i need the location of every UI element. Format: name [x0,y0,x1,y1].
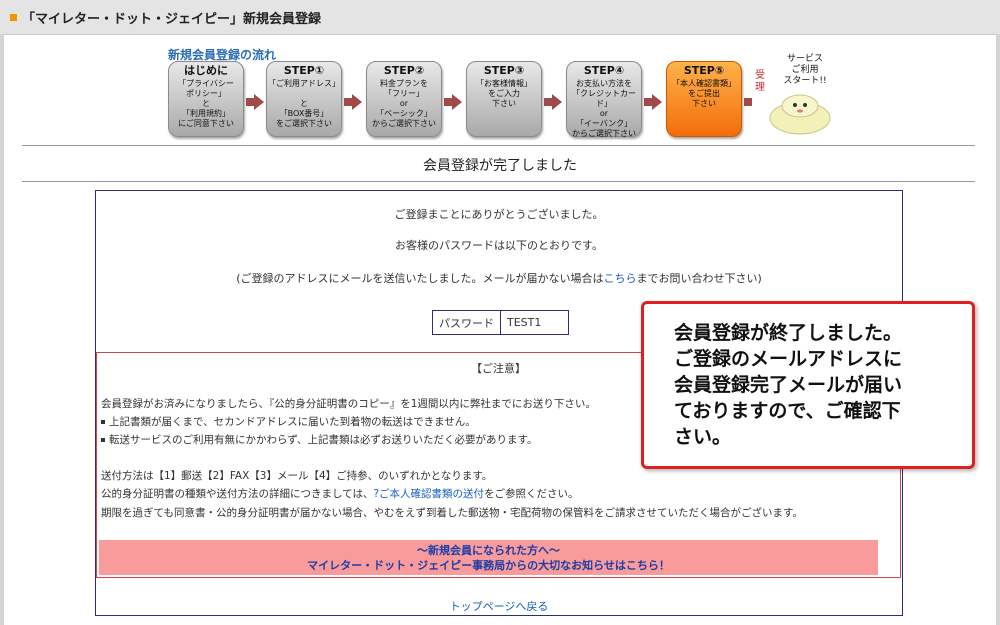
step-desc: お支払い方法を 「クレジットカード」 or 「イーバンク」 からご選択下さい [572,79,636,138]
step-5-active: STEP⑤ 「本人確認書類」 をご提出 下さい [666,61,742,137]
notice-line-after: をご参照ください。 [484,488,579,500]
page-title: 「マイレター・ドット・ジェイピー」新規会員登録 [22,12,322,27]
thanks-text: ご登録まことにありがとうございました。 [394,208,604,221]
password-label: パスワード [432,310,501,335]
password-value: TEST1 [500,310,569,335]
mail-note: (ご登録のアドレスにメールを送信いたしました。メールが届かない場合はこちらまでお… [95,270,903,286]
step-heading: はじめに [184,64,228,77]
divider [22,181,975,182]
top-page-link[interactable]: トップページへ戻る [95,598,903,614]
bullet-icon [101,420,105,424]
id-document-link[interactable]: ?ご本人確認書類の送付 [373,488,484,500]
page-header: 「マイレター・ドット・ジェイピー」新規会員登録 [0,0,1000,35]
step-desc: 「プライバシー ポリシー」 と 「利用規約」 にご同意下さい [178,79,234,128]
complete-heading: 会員登録が完了しました [423,158,577,174]
step-heading: STEP③ [483,64,525,77]
arrow-bar [744,98,752,106]
notice-line: 期限を過ぎても同意書・公的身分証明書が届かない場合、やむをえず到着した郵送物・宅… [101,507,803,519]
receipt-label: 受理 [755,70,765,93]
step-desc: 「本人確認書類」 をご提出 下さい [672,79,736,108]
square-bullet-icon [10,14,17,21]
service-start-label: サービス ご利用 スタート!! [783,54,827,86]
arrow-right-icon [652,94,662,110]
contact-link[interactable]: こちら [604,272,637,285]
banner-line: ～新規会員になられた方へ～ [417,544,560,557]
step-heading: STEP④ [583,64,625,77]
mail-note-before: (ご登録のアドレスにメールを送信いたしました。メールが届かない場合は [236,272,604,285]
divider [22,145,975,146]
notice-bullet: 上記書類が届くまで、セカンドアドレスに届いた到着物の転送はできません。 [101,414,476,429]
step-heading: STEP① [283,64,325,77]
step-intro: はじめに 「プライバシー ポリシー」 と 「利用規約」 にご同意下さい [168,61,244,137]
arrow-bar [444,98,452,106]
notice-bullet-text: 上記書類が届くまで、セカンドアドレスに届いた到着物の転送はできません。 [109,416,476,428]
mail-note-after: までお問い合わせ下さい) [636,272,762,285]
arrow-right-icon [254,94,264,110]
mascot-icon [769,94,831,135]
banner-line: マイレター・ドット・ジェイピー事務局からの大切なお知らせはこちら！ [307,559,670,572]
arrow-bar [344,98,352,106]
step-3: STEP③ 「お客様情報」 をご入力 下さい [466,61,542,137]
notice-bullet: 転送サービスのご利用有無にかかわらず、上記書類は必ずお送りいただく必要があります… [101,432,538,447]
arrow-right-icon [452,94,462,110]
password-intro-text: お客様のパスワードは以下のとおりです。 [395,239,603,252]
step-desc: 「お客様情報」 をご入力 下さい [476,79,532,108]
notice-line-before: 公的身分証明書の種類や送付方法の詳細につきましては、 [101,488,374,500]
step-heading: STEP⑤ [683,64,725,77]
arrow-right-icon [552,94,562,110]
step-1: STEP① 「ご利用アドレス」 と 「BOX番号」 をご選択下さい [266,61,342,137]
step-desc: 「ご利用アドレス」 と 「BOX番号」 をご選択下さい [268,79,340,128]
step-heading: STEP② [383,64,425,77]
notice-line: 送付方法は【1】郵送【2】FAX【3】メール【4】ご持参、のいずれかとなります。 [101,470,493,482]
arrow-bar [246,98,254,106]
password-table: パスワード TEST1 [432,310,569,335]
arrow-bar [544,98,552,106]
important-notice-banner[interactable]: ～新規会員になられた方へ～ マイレター・ドット・ジェイピー事務局からの大切なお知… [99,540,878,575]
notice-bullet-text: 転送サービスのご利用有無にかかわらず、上記書類は必ずお送りいただく必要があります… [109,434,538,446]
step-4: STEP④ お支払い方法を 「クレジットカード」 or 「イーバンク」 からご選… [566,61,642,138]
callout-annotation: 会員登録が終了しました。 ご登録のメールアドレスに 会員登録完了メールが届い て… [641,301,975,469]
notice-line: 会員登録がお済みになりましたら、『公的身分証明書のコピー』を1週間以内に弊社まで… [101,398,596,410]
step-2: STEP② 料金プランを 「フリー」 or 「ベーシック」 からご選択下さい [366,61,442,137]
arrow-right-icon [352,94,362,110]
notice-line: 公的身分証明書の種類や送付方法の詳細につきましては、?ご本人確認書類の送付をご参… [101,486,579,501]
bullet-icon [101,438,105,442]
step-desc: 料金プランを 「フリー」 or 「ベーシック」 からご選択下さい [372,79,436,128]
arrow-bar [644,98,652,106]
